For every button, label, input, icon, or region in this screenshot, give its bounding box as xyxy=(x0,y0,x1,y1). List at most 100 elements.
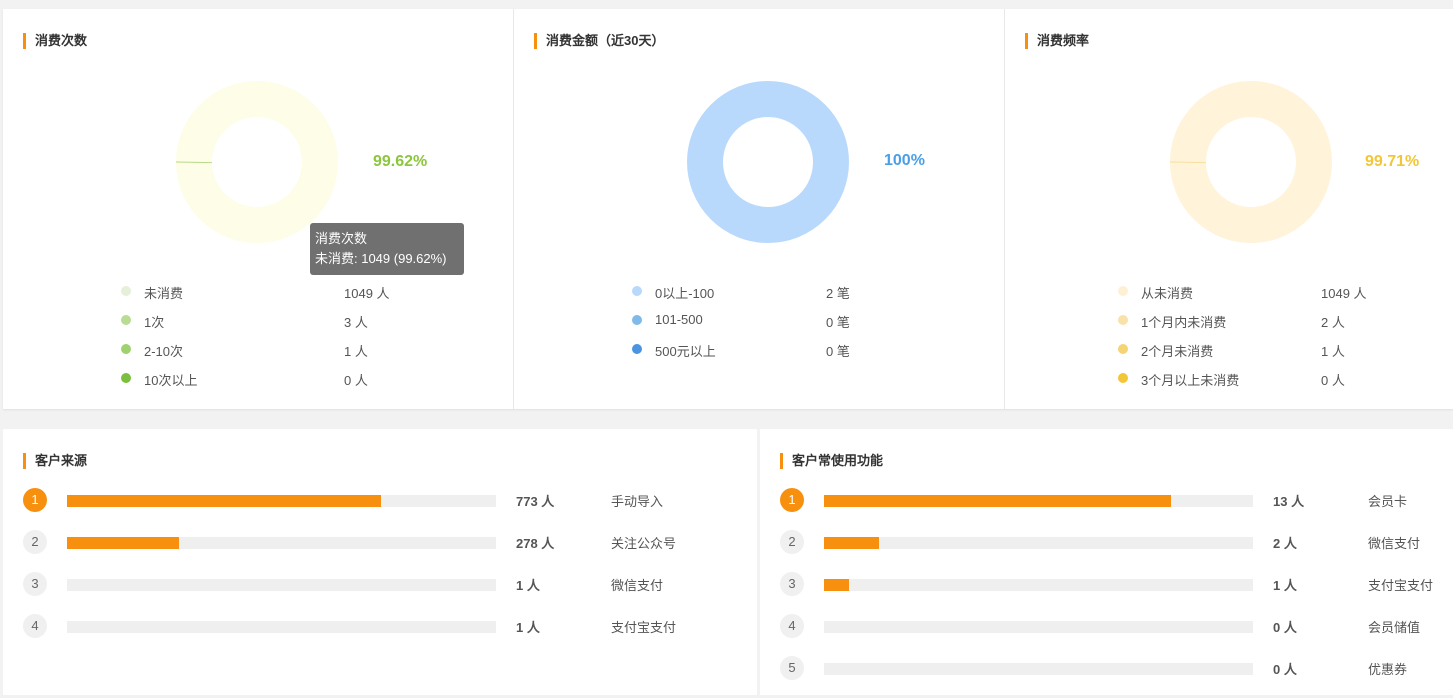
legend-label: 101-500 xyxy=(655,312,703,327)
ranking-row: 4 0 人 会员储值 xyxy=(780,614,1453,640)
legend-value: 2 人 xyxy=(1321,315,1345,330)
ranking-row: 5 0 人 优惠券 xyxy=(780,656,1453,682)
progress-track xyxy=(824,579,1253,591)
progress-fill xyxy=(824,495,1172,507)
ranking-label: 支付宝支付 xyxy=(1368,578,1434,593)
rank-badge: 2 xyxy=(780,530,804,554)
legend-dot-icon xyxy=(121,344,131,354)
legend-item[interactable]: 从未消费 1049 人 xyxy=(1118,281,1418,301)
ranking-label: 关注公众号 xyxy=(611,536,677,551)
legend-item[interactable]: 0以上-100 2 笔 xyxy=(632,281,932,301)
ranking-count: 773 人 xyxy=(516,494,555,509)
legend-label: 10次以上 xyxy=(144,373,198,388)
consumption-stats-panel: 消费次数 99.62% 未消费 1049 人 1次 3 人 2-10次 1 人 10次以上 0… xyxy=(3,9,1453,409)
legend-value: 0 笔 xyxy=(826,344,850,359)
progress-track xyxy=(824,537,1253,549)
legend-value: 0 笔 xyxy=(826,315,850,330)
card-consumption-frequency: 消费频率 99.71% 从未消费 1049 人 1个月内未消费 2 人 2个月未消费 1 … xyxy=(1005,9,1453,409)
ranking-label: 微信支付 xyxy=(1368,536,1421,551)
legend-dot-icon xyxy=(632,344,642,354)
ranking-count: 2 人 xyxy=(1273,536,1297,551)
legend-item[interactable]: 3个月以上未消费 0 人 xyxy=(1118,368,1418,388)
rank-badge: 1 xyxy=(23,488,47,512)
progress-fill xyxy=(67,537,179,549)
common-features-panel: 客户常使用功能 1 13 人 会员卡 2 2 人 微信支付 3 1 人 支付宝支付 4 0 人 会员储… xyxy=(760,429,1453,695)
donut-chart[interactable] xyxy=(175,80,339,244)
legend-dot-icon xyxy=(1118,286,1128,296)
ranking-row: 3 1 人 支付宝支付 xyxy=(780,572,1453,598)
legend-label: 1个月内未消费 xyxy=(1141,315,1227,330)
legend-item[interactable]: 1次 3 人 xyxy=(121,310,421,330)
donut-chart[interactable] xyxy=(1169,80,1333,244)
ranking-row: 1 13 人 会员卡 xyxy=(780,488,1453,514)
progress-track xyxy=(67,621,496,633)
ranking-count: 1 人 xyxy=(516,578,540,593)
rank-badge: 4 xyxy=(23,614,47,638)
tooltip-title: 消费次数 xyxy=(315,231,368,246)
legend-label: 3个月以上未消费 xyxy=(1141,373,1240,388)
legend-value: 1 人 xyxy=(344,344,368,359)
progress-track xyxy=(824,621,1253,633)
ranking-row: 2 2 人 微信支付 xyxy=(780,530,1453,556)
source-ranking-list: 1 773 人手动导入 2 278 人关注公众号 3 1 人微信支付 4 1 人支付宝支付 xyxy=(23,488,743,688)
percent-label: 99.71% xyxy=(1365,153,1420,170)
legend-dot-icon xyxy=(1118,373,1128,383)
legend-value: 1 人 xyxy=(1321,344,1345,359)
legend-dot-icon xyxy=(121,373,131,383)
donut-slice-major[interactable] xyxy=(1170,81,1332,243)
card-title: 客户来源 xyxy=(23,453,87,469)
rank-badge: 1 xyxy=(780,488,804,512)
legend-dot-icon xyxy=(121,315,131,325)
legend-item[interactable]: 500元以上 0 笔 xyxy=(632,339,932,359)
legend: 未消费 1049 人 1次 3 人 2-10次 1 人 10次以上 0 人 xyxy=(121,281,421,391)
progress-track xyxy=(824,495,1253,507)
ranking-count: 13 人 xyxy=(1273,494,1305,509)
legend-value: 0 人 xyxy=(1321,373,1345,388)
legend-label: 500元以上 xyxy=(655,344,716,359)
percent-label: 100% xyxy=(884,152,925,169)
donut-slice-minor[interactable] xyxy=(175,161,213,164)
ranking-count: 0 人 xyxy=(1273,620,1297,635)
rank-badge: 3 xyxy=(780,572,804,596)
legend-label: 未消费 xyxy=(144,286,184,301)
progress-track xyxy=(67,537,496,549)
donut-slice-minor[interactable] xyxy=(1169,161,1207,164)
ranking-count: 1 人 xyxy=(1273,578,1297,593)
donut-chart[interactable] xyxy=(686,80,850,244)
legend-item[interactable]: 未消费 1049 人 xyxy=(121,281,421,301)
legend-dot-icon xyxy=(632,286,642,296)
legend-item[interactable]: 2-10次 1 人 xyxy=(121,339,421,359)
legend-dot-icon xyxy=(1118,315,1128,325)
ranking-row: 4 1 人 支付宝支付 xyxy=(23,614,743,640)
legend-value: 0 人 xyxy=(344,373,368,388)
ranking-label: 微信支付 xyxy=(611,578,664,593)
legend-value: 1049 人 xyxy=(1321,286,1367,301)
donut-slice-major[interactable] xyxy=(176,81,338,243)
progress-fill xyxy=(824,537,879,549)
legend-label: 0以上-100 xyxy=(655,286,715,301)
legend-label: 2个月未消费 xyxy=(1141,344,1214,359)
rank-badge: 3 xyxy=(23,572,47,596)
ranking-label: 手动导入 xyxy=(611,494,664,509)
legend-item[interactable]: 101-500 0 笔 xyxy=(632,310,932,330)
legend-item[interactable]: 10次以上 0 人 xyxy=(121,368,421,388)
card-title: 消费次数 xyxy=(23,33,87,49)
legend-item[interactable]: 2个月未消费 1 人 xyxy=(1118,339,1418,359)
tooltip-text: 未消费: 1049 (99.62%) xyxy=(315,251,447,266)
progress-track xyxy=(67,495,496,507)
legend: 0以上-100 2 笔 101-500 0 笔 500元以上 0 笔 xyxy=(632,281,932,391)
legend-item[interactable]: 1个月内未消费 2 人 xyxy=(1118,310,1418,330)
progress-track xyxy=(67,579,496,591)
ranking-row: 1 773 人 手动导入 xyxy=(23,488,743,514)
card-title: 消费频率 xyxy=(1025,33,1089,49)
ranking-label: 会员卡 xyxy=(1368,494,1408,509)
legend-value: 2 笔 xyxy=(826,286,850,301)
ranking-label: 优惠券 xyxy=(1368,662,1408,677)
chart-tooltip: 消费次数 未消费: 1049 (99.62%) xyxy=(310,223,464,275)
donut-slice-major[interactable] xyxy=(687,81,849,243)
ranking-count: 0 人 xyxy=(1273,662,1297,677)
percent-label: 99.62% xyxy=(373,153,428,170)
legend-dot-icon xyxy=(1118,344,1128,354)
ranking-count: 1 人 xyxy=(516,620,540,635)
ranking-count: 278 人 xyxy=(516,536,555,551)
